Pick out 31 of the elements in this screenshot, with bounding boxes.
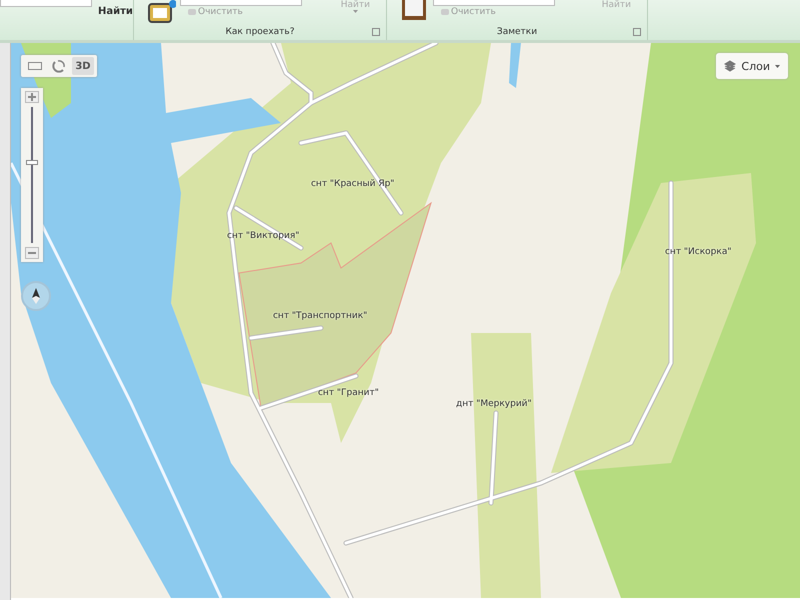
dialog-launcher-icon[interactable] (372, 28, 380, 36)
ruler-icon (28, 62, 42, 70)
zoom-out-button[interactable] (24, 247, 39, 259)
caret-icon (775, 64, 780, 68)
clear-button[interactable]: Очистить (441, 7, 555, 17)
search-field[interactable] (0, 0, 92, 7)
place-label: снт "Красный Яр" (310, 179, 394, 189)
group-title: Заметки (496, 26, 538, 36)
arcs-icon (52, 59, 66, 73)
text-field[interactable] (180, 0, 302, 6)
caret-icon (352, 10, 358, 13)
zoom-in-button[interactable] (24, 91, 39, 103)
text-field[interactable] (433, 0, 555, 6)
plus-icon (28, 93, 36, 101)
place-label: снт "Гранит" (318, 388, 379, 398)
3d-button[interactable]: 3D (72, 57, 94, 75)
place-label: снт "Искорка" (664, 247, 732, 257)
place-label: днт "Меркурий" (456, 399, 532, 409)
place-label: снт "Транспортник" (272, 311, 368, 321)
dialog-launcher-icon[interactable] (633, 28, 641, 36)
zoom-thumb[interactable] (26, 160, 38, 165)
minus-icon (28, 252, 36, 254)
route-icon[interactable] (146, 0, 176, 24)
eraser-icon (188, 9, 196, 15)
place-label: снт "Виктория" (226, 231, 300, 241)
group-title: Как проехать? (225, 26, 294, 36)
layers-icon (724, 60, 736, 72)
find-button[interactable]: Найти (98, 6, 133, 17)
layers-button[interactable]: Слои (716, 53, 788, 79)
clear-button[interactable]: Очистить (188, 7, 302, 17)
eraser-icon (441, 9, 449, 15)
